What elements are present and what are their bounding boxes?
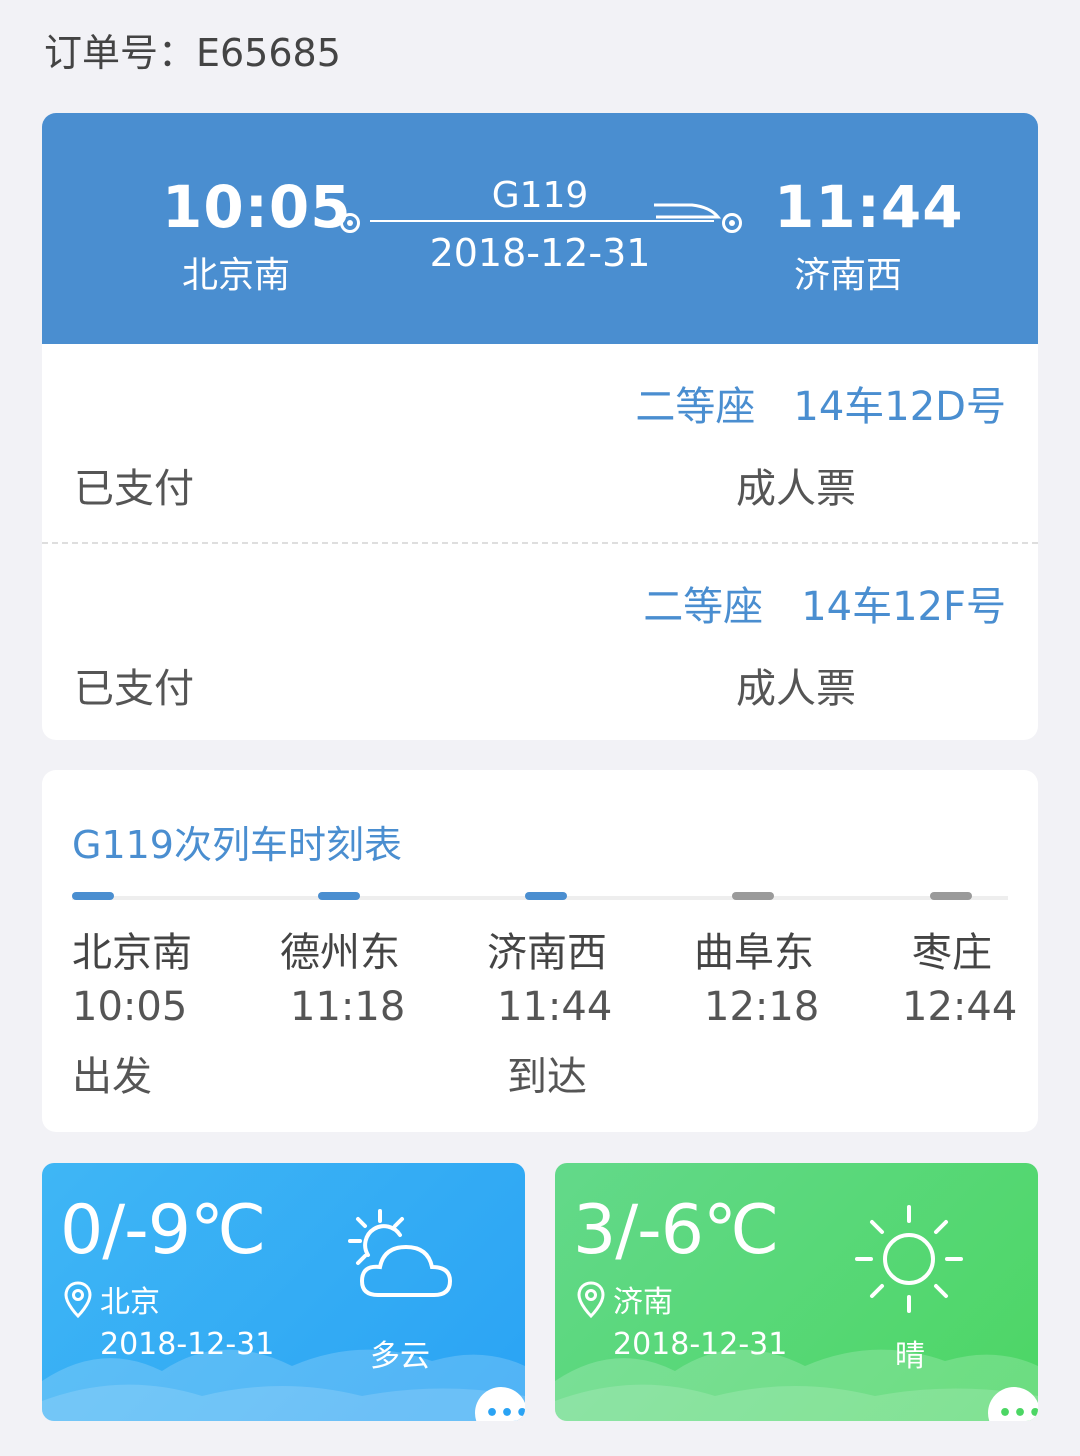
more-dots-icon: ••• — [998, 1401, 1038, 1421]
timetable-stop: 曲阜东 12:18 — [694, 892, 834, 1102]
train-number: G119 — [491, 175, 589, 216]
destination-dot-icon — [722, 213, 742, 233]
trip-header: 10:05 北京南 G119 2018-12-31 11:44 济南西 — [42, 113, 1038, 344]
arrival-station: 济南西 — [794, 255, 903, 296]
stop-name: 枣庄 — [912, 930, 992, 976]
stop-time: 12:44 — [902, 984, 1018, 1030]
location-pin-icon — [577, 1281, 605, 1319]
ticket-type: 成人票 — [736, 466, 856, 512]
stop-marker — [72, 892, 114, 900]
ticket-card: 10:05 北京南 G119 2018-12-31 11:44 济南西 二等座 1… — [42, 113, 1038, 740]
weather-date: 2018-12-31 — [100, 1327, 275, 1362]
origin-dot-icon — [340, 213, 360, 233]
location-pin-icon — [64, 1281, 92, 1319]
stop-marker — [318, 892, 360, 900]
stop-marker — [732, 892, 774, 900]
weather-city: 济南 — [613, 1285, 673, 1320]
timetable-stop: 德州东 11:18 — [280, 892, 420, 1102]
stop-name: 德州东 — [280, 930, 400, 976]
more-dots-icon: ••• — [485, 1401, 525, 1421]
train-icon — [654, 203, 722, 219]
weather-condition: 多云 — [370, 1339, 430, 1374]
stop-marker — [930, 892, 972, 900]
stop-name: 济南西 — [487, 930, 607, 976]
payment-status: 已支付 — [74, 666, 194, 712]
timetable-stop: 济南西 11:44 到达 — [487, 892, 627, 1102]
weather-date: 2018-12-31 — [613, 1327, 788, 1362]
weather-temp: 0/-9℃ — [60, 1191, 266, 1270]
timetable-title: G119次列车时刻表 — [72, 823, 402, 867]
seat-number: 14车12F号 — [801, 584, 1006, 630]
weather-condition: 晴 — [895, 1339, 925, 1374]
departure-time: 10:05 — [162, 173, 352, 241]
seat-class: 二等座 — [635, 384, 756, 430]
seat-number: 14车12D号 — [793, 384, 1006, 430]
timetable-card[interactable]: G119次列车时刻表 北京南 10:05 出发 德州东 11:18 济南西 11… — [42, 770, 1038, 1132]
timetable-stop: 枣庄 12:44 — [900, 892, 1040, 1102]
travel-date: 2018-12-31 — [429, 231, 651, 275]
stop-time: 11:18 — [290, 984, 406, 1030]
weather-temp: 3/-6℃ — [573, 1191, 779, 1270]
stop-time: 10:05 — [72, 984, 188, 1030]
stop-name: 曲阜东 — [694, 930, 814, 976]
stop-marker — [525, 892, 567, 900]
seat-info: 二等座 14车12F号 — [643, 574, 1006, 632]
stop-note: 出发 — [72, 1054, 152, 1100]
passenger-row[interactable]: 二等座 14车12F号 已支付 成人票 — [42, 544, 1038, 740]
passenger-row[interactable]: 二等座 14车12D号 已支付 成人票 — [42, 344, 1038, 542]
arrival-time: 11:44 — [774, 173, 964, 241]
ticket-type: 成人票 — [736, 666, 856, 712]
departure-station: 北京南 — [182, 255, 291, 296]
seat-class: 二等座 — [643, 584, 764, 630]
weather-card-beijing[interactable]: 0/-9℃ 北京 2018-12-31 多云 ••• — [42, 1163, 525, 1421]
stop-note: 到达 — [507, 1054, 587, 1100]
timetable-stop: 北京南 10:05 出发 — [72, 892, 212, 1102]
seat-info: 二等座 14车12D号 — [635, 374, 1006, 432]
weather-card-jinan[interactable]: 3/-6℃ 济南 2018-12-31 晴 ••• — [555, 1163, 1038, 1421]
payment-status: 已支付 — [74, 466, 194, 512]
stop-time: 11:44 — [497, 984, 613, 1030]
stop-name: 北京南 — [72, 930, 192, 976]
sunny-icon — [855, 1205, 963, 1313]
partly-cloudy-icon — [348, 1209, 453, 1297]
stop-time: 12:18 — [704, 984, 820, 1030]
order-number: 订单号：E65685 — [44, 31, 341, 75]
weather-city: 北京 — [100, 1285, 160, 1320]
